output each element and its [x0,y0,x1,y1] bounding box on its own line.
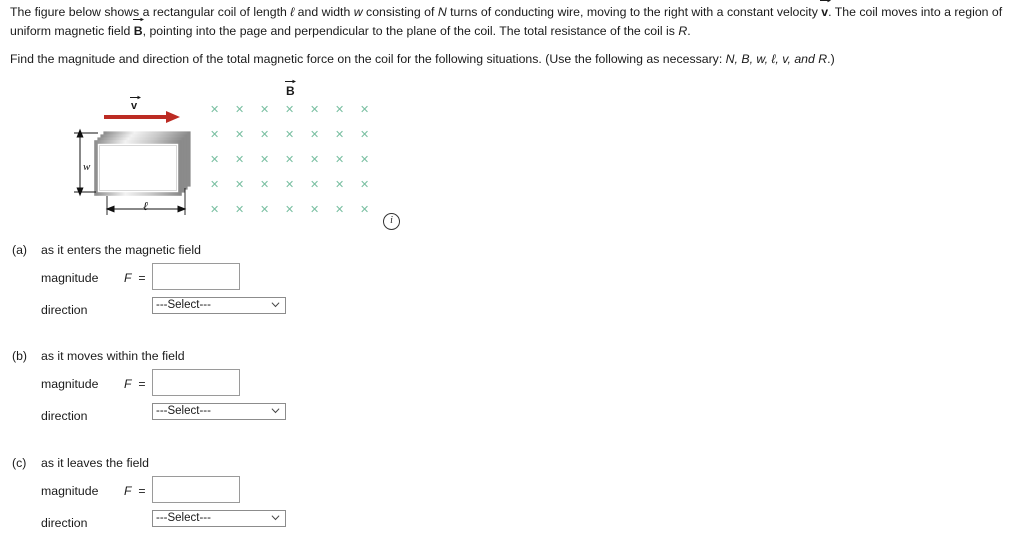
symbol-turns: N [437,5,447,19]
part-a-magnitude-input[interactable] [152,263,240,290]
part-b-direction-selected: ---Select--- [156,405,211,417]
part-a-direction-row: direction ---Select--- [0,295,420,327]
velocity-vector-letter: v [821,5,829,19]
question-part-b: (b) as it moves within the field magnitu… [0,349,420,433]
part-c-magnitude-label: magnitude [41,484,99,498]
part-b-direction-select[interactable]: ---Select--- [152,403,286,420]
part-b-magnitude-row: magnitude F = [0,369,420,401]
problem-text-1g: . [687,24,691,38]
problem-text-1d: turns of conducting wire, moving to the … [446,5,822,19]
vector-arrow-icon [820,0,832,3]
part-a-direction-label: direction [41,303,88,317]
part-b-magnitude-input[interactable] [152,369,240,396]
part-b-direction-row: direction ---Select--- [0,401,420,433]
coil-turns [94,131,191,196]
part-a-magnitude-row: magnitude F = [0,263,420,295]
part-c-direction-selected: ---Select--- [156,512,211,524]
part-a-direction-selected: ---Select--- [156,299,211,311]
velocity-arrow-shaft [104,115,168,119]
velocity-arrow [104,111,182,123]
part-b-f-equals: F = [124,377,146,391]
part-c-f-equals: F = [124,484,146,498]
velocity-label-vector: v [130,95,141,112]
chevron-down-icon [271,515,280,521]
part-a-header: (a) as it enters the magnetic field [0,243,420,263]
part-c-direction-label: direction [41,516,88,530]
symbol-resistance: R [678,24,688,38]
part-a-f-equals: F = [124,271,146,285]
width-label: w [83,161,91,173]
part-a-letter: (a) [12,243,28,257]
allowed-variables: N, B, w, ℓ, v, and R [725,52,828,66]
velocity-arrow-head [166,111,180,123]
part-c-direction-row: direction ---Select--- [0,508,420,540]
part-b-letter: (b) [12,349,28,363]
part-a-title: as it enters the magnetic field [41,243,201,257]
chevron-down-icon [271,302,280,308]
part-b-direction-label: direction [41,409,88,423]
part-c-header: (c) as it leaves the field [0,456,420,476]
part-c-title: as it leaves the field [41,456,150,470]
chevron-down-icon [271,408,280,414]
question-part-a: (a) as it enters the magnetic field magn… [0,243,420,327]
part-a-direction-select[interactable]: ---Select--- [152,297,286,314]
part-c-direction-select[interactable]: ---Select--- [152,510,286,527]
part-c-magnitude-input[interactable] [152,476,240,503]
part-b-title: as it moves within the field [41,349,185,363]
vector-arrow-icon [130,95,141,100]
question-part-c: (c) as it leaves the field magnitude F =… [0,456,420,540]
problem-text-2b: .) [827,52,835,66]
coil-illustration [74,128,191,215]
part-c-magnitude-row: magnitude F = [0,476,420,508]
part-a-magnitude-label: magnitude [41,271,99,285]
velocity-label-letter: v [131,100,138,112]
part-c-letter: (c) [12,456,27,470]
part-b-magnitude-label: magnitude [41,377,99,391]
velocity-vector-symbol: v [820,0,832,22]
part-b-header: (b) as it moves within the field [0,349,420,369]
velocity-label: v [130,95,141,112]
length-label: ℓ [143,199,148,213]
